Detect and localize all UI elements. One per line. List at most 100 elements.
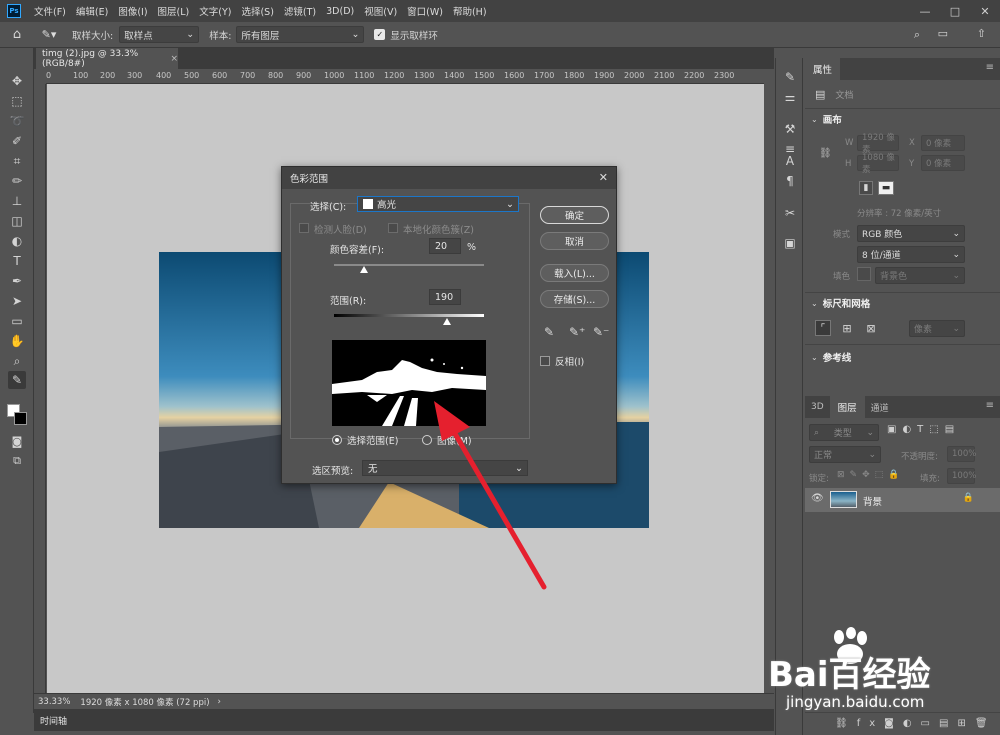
layer-action-icons[interactable]: ⛓fx◙◐▭▤⊞🗑 [835,718,997,729]
history-icon[interactable]: ▣ [781,234,799,252]
blend-mode-select[interactable]: 正常 ⌄ [809,446,881,463]
ok-button[interactable]: 确定 [540,206,609,224]
panel-menu-icon[interactable]: ≡ [986,62,994,73]
range-slider-track[interactable] [334,314,484,317]
tab-layers[interactable]: 图层 [829,396,865,418]
selection-radio[interactable] [332,435,342,445]
width-field[interactable]: 1920 像素 [857,133,899,155]
menu-help[interactable]: 帮助(H) [448,4,492,18]
localized-clusters-checkbox[interactable] [388,223,398,233]
range-slider-thumb[interactable] [442,318,451,325]
type-tool-icon[interactable]: T [8,252,26,270]
opacity-field[interactable]: 100% [947,446,976,462]
fill-select[interactable]: 背景色 ⌄ [875,267,965,284]
layer-row[interactable]: 👁 背景 🔒 [805,488,1000,512]
invert-checkbox[interactable] [540,356,550,366]
close-tab-icon[interactable]: × [170,54,178,64]
fuzziness-field[interactable]: 20 [429,238,461,254]
move-tool-icon[interactable]: ✥ [8,72,26,90]
menu-type[interactable]: 文字(Y) [194,4,236,18]
close-window-button[interactable]: ✕ [970,0,1000,22]
zoom-level[interactable]: 33.33% [38,697,70,707]
menu-select[interactable]: 选择(S) [236,4,278,18]
ruler-toggle-icon[interactable]: ⌜ [815,320,831,336]
eyedropper-tool-icon[interactable]: ✎ [8,371,26,389]
minimize-button[interactable]: — [910,0,940,22]
tools-icon[interactable]: ✂ [781,204,799,222]
marquee-tool-icon[interactable]: ⬚ [8,92,26,110]
pen-tool-icon[interactable]: ✒ [8,272,26,290]
document-tab[interactable]: timg (2).jpg @ 33.3%(RGB/8#) × [36,48,178,69]
layer-fill-field[interactable]: 100% [947,468,976,484]
menu-image[interactable]: 图像(I) [113,4,152,18]
status-menu-icon[interactable]: › [218,697,221,707]
stamp-tool-icon[interactable]: ⊥ [8,192,26,210]
eyedropper-preset-icon[interactable]: ✎▾ [34,28,64,41]
menu-file[interactable]: 文件(F) [29,4,71,18]
chevron-down-icon[interactable]: ⌄ [811,353,818,362]
lasso-tool-icon[interactable]: ➰ [8,112,26,130]
select-dropdown[interactable]: 高光 ⌄ [357,196,519,212]
eyedropper-icon[interactable]: ✎ [544,325,554,339]
search-icon[interactable]: ⌕ [914,28,920,42]
chevron-down-icon[interactable]: ⌄ [811,299,818,308]
hand-tool-icon[interactable]: ✋ [8,332,26,350]
menu-edit[interactable]: 编辑(E) [71,4,113,18]
quick-mask-icon[interactable]: ◙ [8,432,26,450]
cancel-button[interactable]: 取消 [540,232,609,250]
fuzziness-slider-thumb[interactable] [360,266,368,273]
layer-filter-icons[interactable]: ▣◐T⬚▤ [887,424,960,435]
timeline-tab[interactable]: 时间轴 [40,714,67,727]
zoom-tool-icon[interactable]: ⌕ [8,352,26,370]
share-icon[interactable]: ⇧ [977,27,986,40]
home-icon[interactable]: ⌂ [0,27,34,42]
eraser-tool-icon[interactable]: ◫ [8,212,26,230]
maximize-button[interactable]: □ [940,0,970,22]
units-select[interactable]: 像素 ⌄ [909,320,965,337]
show-ring-checkbox[interactable]: ✓ [374,29,386,40]
pixel-grid-icon[interactable]: ⊠ [863,320,879,336]
menu-view[interactable]: 视图(V) [359,4,402,18]
tab-3d[interactable]: 3D [805,402,830,412]
workspace-icon[interactable]: ▭ [938,27,948,40]
adjust-icon[interactable]: ⚌ [781,88,799,106]
load-button[interactable]: 载入(L)... [540,264,609,282]
dodge-tool-icon[interactable]: ◐ [8,232,26,250]
chevron-down-icon[interactable]: ⌄ [811,115,818,124]
mode-select[interactable]: RGB 颜色 ⌄ [857,225,965,242]
character-icon[interactable]: A [781,152,799,170]
dialog-close-icon[interactable]: ✕ [599,171,608,184]
grid-icon[interactable]: ⊞ [839,320,855,336]
paragraph-icon[interactable]: ¶ [781,172,799,190]
panel-menu-icon[interactable]: ≡ [986,400,994,411]
menu-layer[interactable]: 图层(L) [153,4,195,18]
fuzziness-slider-track[interactable] [334,264,484,266]
sample-select[interactable]: 所有图层 ⌄ [236,26,365,43]
portrait-icon[interactable]: ▮ [859,181,873,195]
fill-swatch[interactable] [857,267,871,281]
detect-faces-checkbox[interactable] [299,223,309,233]
menu-3d[interactable]: 3D(D) [321,6,359,17]
visibility-eye-icon[interactable]: 👁 [811,493,824,504]
sample-size-select[interactable]: 取样点 ⌄ [119,26,200,43]
screen-mode-icon[interactable]: ⧉ [8,452,26,470]
clone-source-icon[interactable]: ⚒ [781,120,799,138]
lock-icons[interactable]: ⊠✎✥⬚🔒 [837,470,904,480]
save-button[interactable]: 存储(S)... [540,290,609,308]
y-field[interactable]: 0 像素 [921,155,965,171]
rectangle-tool-icon[interactable]: ▭ [8,312,26,330]
menu-filter[interactable]: 滤镜(T) [279,4,321,18]
x-field[interactable]: 0 像素 [921,135,965,151]
bit-depth-select[interactable]: 8 位/通道 ⌄ [857,246,965,263]
path-select-tool-icon[interactable]: ➤ [8,292,26,310]
link-icon[interactable]: ⛓ [819,148,832,159]
background-color-swatch[interactable] [14,412,27,425]
landscape-icon[interactable]: ▬ [878,181,894,195]
range-field[interactable]: 190 [429,289,461,305]
crop-tool-icon[interactable]: ⌗ [8,152,26,170]
height-field[interactable]: 1080 像素 [857,153,899,175]
eyedropper-plus-icon[interactable]: ✎⁺ [569,325,585,339]
eyedropper-minus-icon[interactable]: ✎⁻ [593,325,609,339]
tab-channels[interactable]: 通道 [865,401,895,414]
brush-settings-icon[interactable]: ✎ [781,68,799,86]
